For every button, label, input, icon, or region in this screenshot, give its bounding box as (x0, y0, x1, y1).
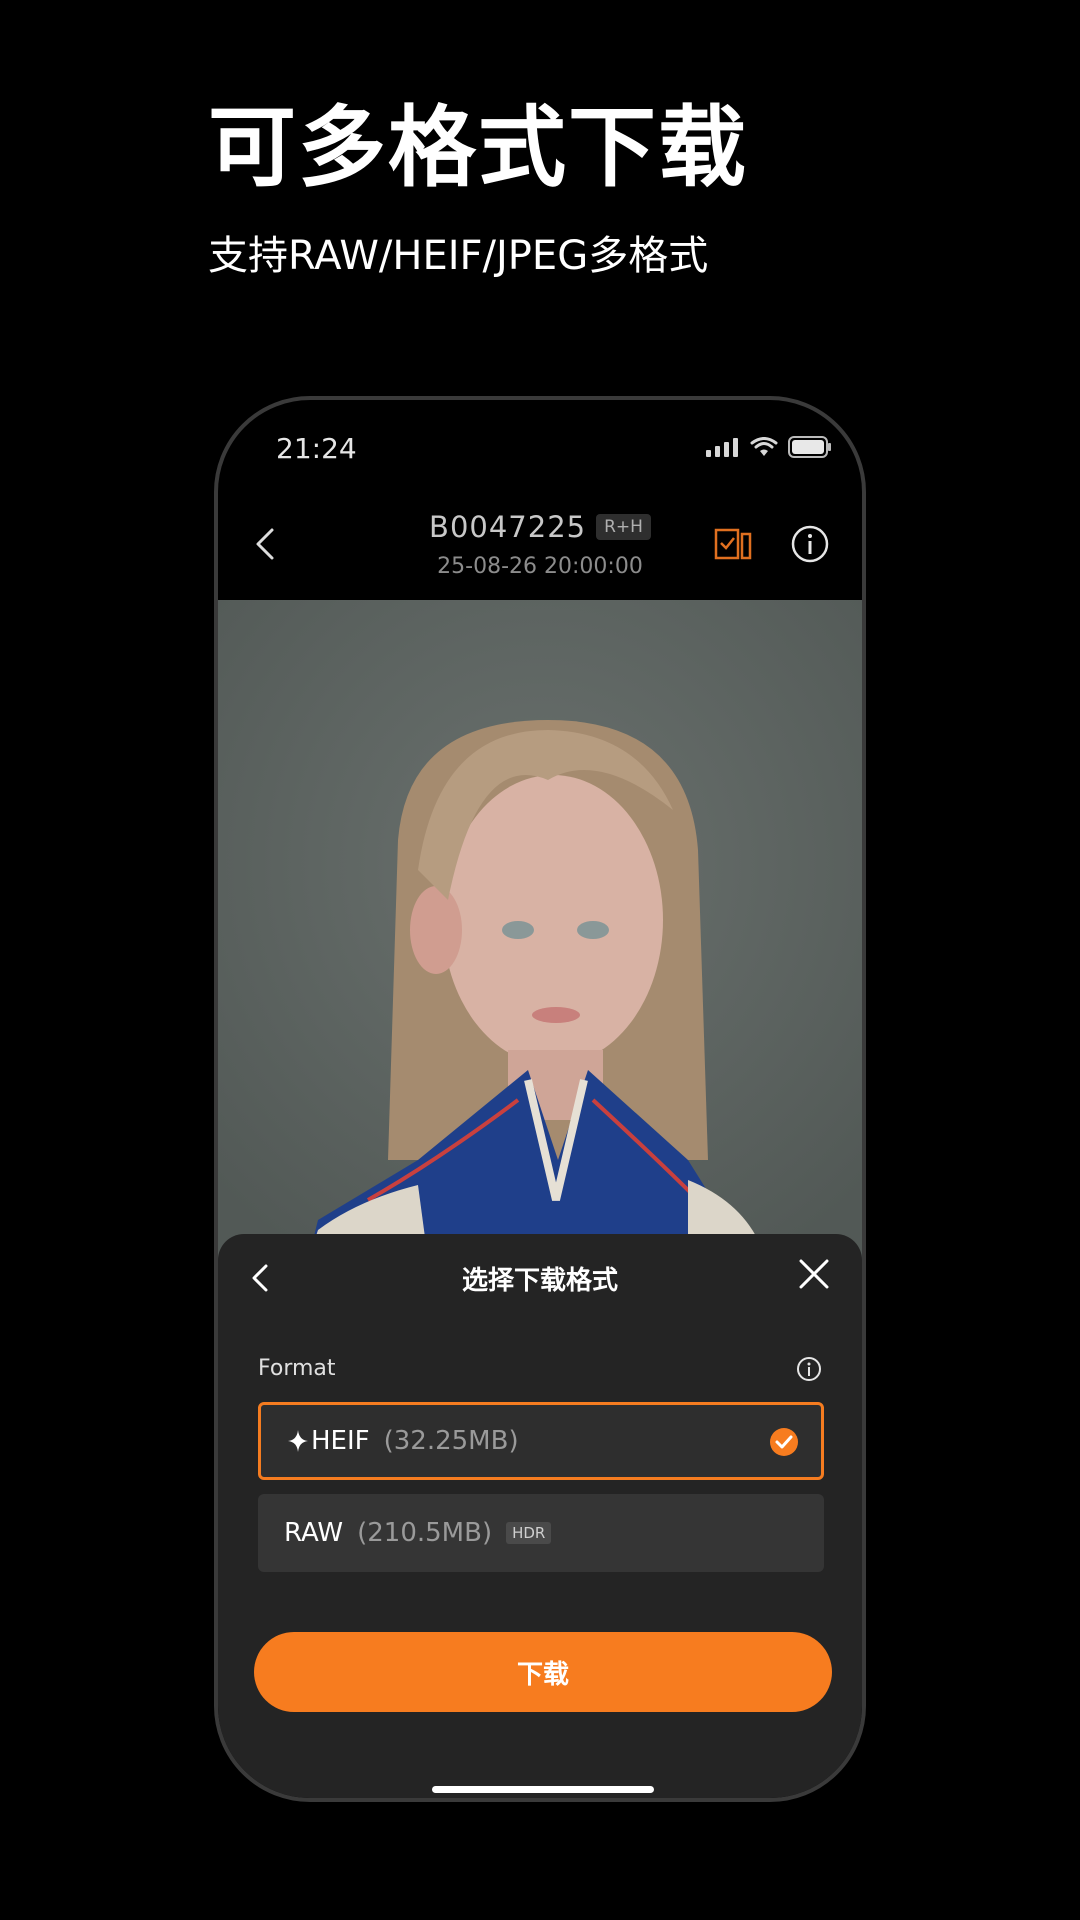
sheet-title: 选择下载格式 (461, 1266, 618, 1296)
close-icon[interactable] (796, 1256, 832, 1292)
album-date: 25-08-26 20:00:00 (437, 554, 643, 579)
format-badge: R+H (596, 514, 651, 540)
photo-preview[interactable] (218, 600, 862, 1260)
wifi-icon (750, 437, 778, 456)
hdr-badge: HDR (506, 1522, 552, 1544)
format-option-raw[interactable]: RAW (210.5MB) HDR (258, 1494, 824, 1572)
nav-bar: B0047225 R+H 25-08-26 20:00:00 (218, 500, 862, 600)
sparkle-icon (288, 1430, 308, 1452)
home-indicator[interactable] (432, 1786, 654, 1793)
album-id: B0047225 (429, 510, 587, 544)
info-icon[interactable] (790, 524, 830, 564)
download-button[interactable]: 下载 (254, 1632, 832, 1712)
battery-icon (788, 436, 831, 458)
status-bar: 21:24 (218, 400, 862, 500)
format-option-name: HEIF (311, 1426, 370, 1456)
check-icon (770, 1428, 798, 1456)
signal-icon (706, 438, 738, 457)
format-label: Format (258, 1356, 336, 1381)
hero-title: 可多格式下载 (208, 96, 749, 199)
hero-subtitle: 支持RAW/HEIF/JPEG多格式 (208, 233, 709, 279)
format-option-size: (32.25MB) (383, 1426, 519, 1456)
phone-frame: 21:24 B0047225 R+H 25-08-26 20:00:00 选择下… (214, 396, 866, 1802)
format-option-name: RAW (284, 1518, 344, 1548)
format-option-size: (210.5MB) (357, 1518, 493, 1548)
portrait-photo (218, 600, 862, 1260)
format-info-icon[interactable] (796, 1356, 822, 1382)
format-option-heif[interactable]: HEIF (32.25MB) (258, 1402, 824, 1480)
status-time: 21:24 (276, 432, 357, 465)
select-icon[interactable] (714, 526, 754, 562)
download-format-sheet: 选择下载格式 Format HEIF (32.25MB) RAW (210.5M… (218, 1234, 862, 1798)
